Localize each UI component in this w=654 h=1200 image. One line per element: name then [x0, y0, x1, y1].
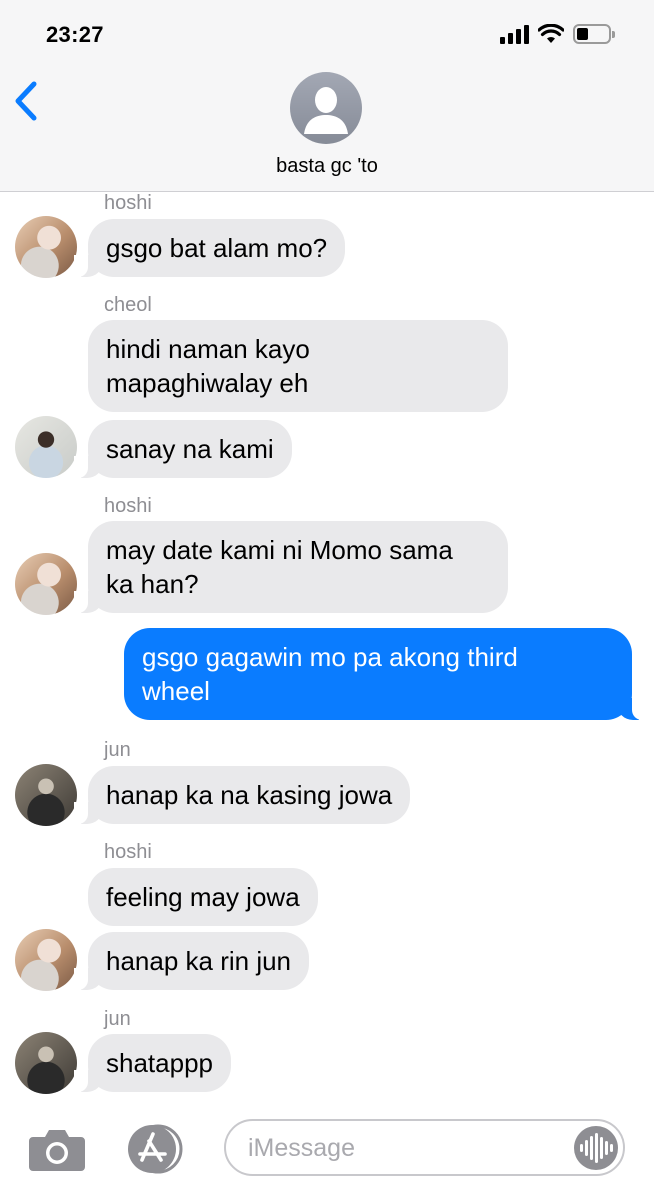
conversation-name[interactable]: basta gc 'to [0, 155, 654, 178]
avatar[interactable] [15, 929, 77, 991]
message-bubble[interactable]: hanap ka rin jun [73, 932, 310, 990]
avatar[interactable] [15, 216, 77, 278]
sender-name: jun [104, 739, 131, 761]
message-text-line: gsgo gagawin mo pa akong third [142, 642, 518, 672]
message-text: shatappp [106, 1048, 213, 1078]
avatar[interactable] [15, 553, 77, 615]
sender-name: cheol [104, 294, 152, 316]
avatar[interactable] [15, 1032, 77, 1094]
status-time: 23:27 [46, 22, 104, 47]
message-bubble[interactable]: shatappp [74, 1034, 231, 1092]
message-text-line: ka han? [106, 569, 199, 599]
message-bubble[interactable]: sanay na kami [74, 420, 292, 478]
message-input[interactable]: iMessage [224, 1119, 625, 1176]
message-bubble[interactable]: feeling may jowa [88, 868, 318, 926]
cellular-signal-icon [500, 24, 529, 44]
message-bubble[interactable]: may date kami ni Momo sama ka han? [74, 521, 508, 613]
message-text: sanay na kami [106, 434, 274, 464]
message-text-line: mapaghiwalay eh [106, 368, 309, 398]
battery-fill [577, 28, 588, 40]
message-text: feeling may jowa [106, 882, 300, 912]
audio-waveform-icon[interactable] [574, 1126, 618, 1170]
sender-name: hoshi [104, 841, 152, 863]
conversation-header: 23:27 basta gc 'to [0, 0, 654, 192]
avatar[interactable] [15, 764, 77, 826]
sender-name: hoshi [104, 192, 152, 214]
message-text: hanap ka na kasing jowa [106, 780, 393, 810]
group-avatar[interactable] [290, 72, 362, 144]
message-input-placeholder: iMessage [248, 1134, 355, 1162]
message-bubble[interactable]: hindi naman kayo mapaghiwalay eh [88, 320, 508, 412]
message-text-line: may date kami ni Momo sama [106, 535, 453, 565]
message-bubble[interactable]: hanap ka na kasing jowa [73, 766, 411, 824]
sender-name: hoshi [104, 495, 152, 517]
message-text: gsgo bat alam mo? [106, 233, 328, 263]
wifi-icon [538, 24, 564, 43]
message-text: hanap ka rin jun [106, 946, 292, 976]
message-bubble-outgoing[interactable]: gsgo gagawin mo pa akong third wheel [124, 628, 646, 720]
sender-name: jun [104, 1008, 131, 1030]
battery-icon [573, 24, 615, 44]
message-text-line: wheel [142, 676, 210, 706]
status-icons [500, 24, 615, 44]
person-silhouette-icon [304, 87, 348, 134]
chevron-left-icon[interactable] [12, 80, 42, 122]
message-bubble[interactable]: gsgo bat alam mo? [73, 219, 346, 277]
app-store-icon[interactable] [122, 1124, 186, 1174]
avatar[interactable] [15, 416, 77, 478]
message-text-line: hindi naman kayo [106, 334, 310, 364]
camera-icon[interactable] [29, 1127, 85, 1171]
